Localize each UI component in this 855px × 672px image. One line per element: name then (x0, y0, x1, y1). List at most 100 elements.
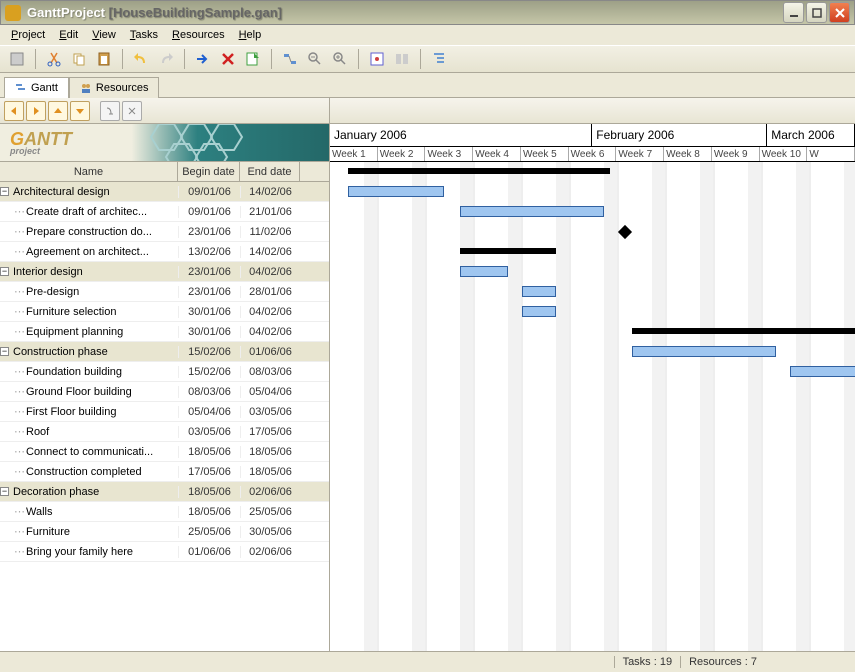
menu-tasks[interactable]: Tasks (123, 27, 165, 43)
collapse-icon[interactable]: − (0, 487, 9, 496)
task-row[interactable]: −Interior design23/01/0604/02/06 (0, 262, 329, 282)
task-row[interactable]: −Decoration phase18/05/0602/06/06 (0, 482, 329, 502)
week-cell: Week 9 (712, 147, 760, 161)
task-row[interactable]: −Architectural design09/01/0614/02/06 (0, 182, 329, 202)
nav-left-button[interactable] (4, 101, 24, 121)
summary-bar[interactable] (632, 328, 855, 334)
close-button[interactable] (829, 2, 850, 23)
header-begin[interactable]: Begin date (178, 162, 240, 181)
task-end: 11/02/06 (240, 226, 300, 238)
task-row[interactable]: ⋯Connect to communicati...18/05/0618/05/… (0, 442, 329, 462)
people-icon (80, 82, 92, 94)
task-row[interactable]: ⋯Construction completed17/05/0618/05/06 (0, 462, 329, 482)
task-row[interactable]: ⋯Bring your family here01/06/0602/06/06 (0, 542, 329, 562)
paste-button[interactable] (93, 48, 115, 70)
unlink-tasks-button[interactable] (122, 101, 142, 121)
task-bar[interactable] (522, 286, 556, 297)
task-name: Furniture selection (26, 306, 117, 318)
zoom-out-button[interactable] (304, 48, 326, 70)
nav-down-button[interactable] (70, 101, 90, 121)
undo-button[interactable] (130, 48, 152, 70)
task-row[interactable]: ⋯Create draft of architec...09/01/0621/0… (0, 202, 329, 222)
header-name[interactable]: Name (0, 162, 178, 181)
task-name: Interior design (13, 266, 83, 278)
menu-help[interactable]: Help (232, 27, 269, 43)
task-row[interactable]: ⋯Walls18/05/0625/05/06 (0, 502, 329, 522)
gantt-area[interactable] (330, 162, 855, 651)
indent-button[interactable] (428, 48, 450, 70)
task-row[interactable]: ⋯Furniture25/05/0630/05/06 (0, 522, 329, 542)
link-button[interactable] (279, 48, 301, 70)
properties-button[interactable] (242, 48, 264, 70)
tab-bar: Gantt Resources (0, 73, 855, 98)
task-bar[interactable] (460, 266, 508, 277)
task-end: 01/06/06 (240, 346, 300, 358)
task-row[interactable]: ⋯Ground Floor building08/03/0605/04/06 (0, 382, 329, 402)
task-table-body[interactable]: −Architectural design09/01/0614/02/06⋯Cr… (0, 182, 329, 651)
nav-up-button[interactable] (48, 101, 68, 121)
header-end[interactable]: End date (240, 162, 300, 181)
timeline-weeks: Week 1Week 2Week 3Week 4Week 5Week 6Week… (330, 147, 855, 161)
maximize-button[interactable] (806, 2, 827, 23)
summary-bar[interactable] (460, 248, 556, 254)
task-row[interactable]: ⋯Pre-design23/01/0628/01/06 (0, 282, 329, 302)
task-name: Walls (26, 506, 52, 518)
task-row[interactable]: ⋯Furniture selection30/01/0604/02/06 (0, 302, 329, 322)
task-name: Equipment planning (26, 326, 123, 338)
week-cell: Week 3 (425, 147, 473, 161)
task-bar[interactable] (460, 206, 604, 217)
task-row[interactable]: ⋯Prepare construction do...23/01/0611/02… (0, 222, 329, 242)
zoom-in-button[interactable] (329, 48, 351, 70)
task-row[interactable]: −Construction phase15/02/0601/06/06 (0, 342, 329, 362)
task-end: 30/05/06 (240, 526, 300, 538)
task-bar[interactable] (790, 366, 855, 377)
task-end: 14/02/06 (240, 186, 300, 198)
task-row[interactable]: ⋯Foundation building15/02/0608/03/06 (0, 362, 329, 382)
collapse-icon[interactable]: − (0, 267, 9, 276)
summary-bar[interactable] (348, 168, 610, 174)
task-row[interactable]: ⋯Equipment planning30/01/0604/02/06 (0, 322, 329, 342)
collapse-icon[interactable]: − (0, 187, 9, 196)
redo-button[interactable] (155, 48, 177, 70)
critical-path-button[interactable] (366, 48, 388, 70)
task-begin: 15/02/06 (178, 346, 240, 358)
minimize-button[interactable] (783, 2, 804, 23)
task-name: Create draft of architec... (26, 206, 147, 218)
compare-button[interactable] (391, 48, 413, 70)
link-tasks-button[interactable] (100, 101, 120, 121)
task-table-header: Name Begin date End date (0, 162, 329, 182)
month-cell: March 2006 (767, 124, 855, 147)
task-name: Ground Floor building (26, 386, 132, 398)
copy-button[interactable] (68, 48, 90, 70)
tab-gantt[interactable]: Gantt (4, 77, 69, 98)
status-tasks: Tasks : 19 (614, 656, 681, 668)
task-name: Furniture (26, 526, 70, 538)
collapse-icon[interactable]: − (0, 347, 9, 356)
gantt-icon (15, 82, 27, 94)
nav-right-button[interactable] (26, 101, 46, 121)
menu-resources[interactable]: Resources (165, 27, 232, 43)
app-icon (5, 5, 21, 21)
cut-button[interactable] (43, 48, 65, 70)
task-row[interactable]: ⋯Agreement on architect...13/02/0614/02/… (0, 242, 329, 262)
menu-project[interactable]: Project (4, 27, 52, 43)
delete-button[interactable] (217, 48, 239, 70)
task-begin: 17/05/06 (178, 466, 240, 478)
task-row[interactable]: ⋯Roof03/05/0617/05/06 (0, 422, 329, 442)
task-bar[interactable] (522, 306, 556, 317)
task-end: 14/02/06 (240, 246, 300, 258)
menu-edit[interactable]: Edit (52, 27, 85, 43)
task-bar[interactable] (348, 186, 444, 197)
tab-resources[interactable]: Resources (69, 77, 160, 98)
task-end: 17/05/06 (240, 426, 300, 438)
task-begin: 01/06/06 (178, 546, 240, 558)
week-cell: Week 1 (330, 147, 378, 161)
task-end: 05/04/06 (240, 386, 300, 398)
task-row[interactable]: ⋯First Floor building05/04/0603/05/06 (0, 402, 329, 422)
goto-button[interactable] (192, 48, 214, 70)
menu-view[interactable]: View (85, 27, 123, 43)
hex-decoration-icon (139, 124, 319, 162)
save-button[interactable] (6, 48, 28, 70)
task-bar[interactable] (632, 346, 776, 357)
milestone-marker[interactable] (618, 225, 632, 239)
